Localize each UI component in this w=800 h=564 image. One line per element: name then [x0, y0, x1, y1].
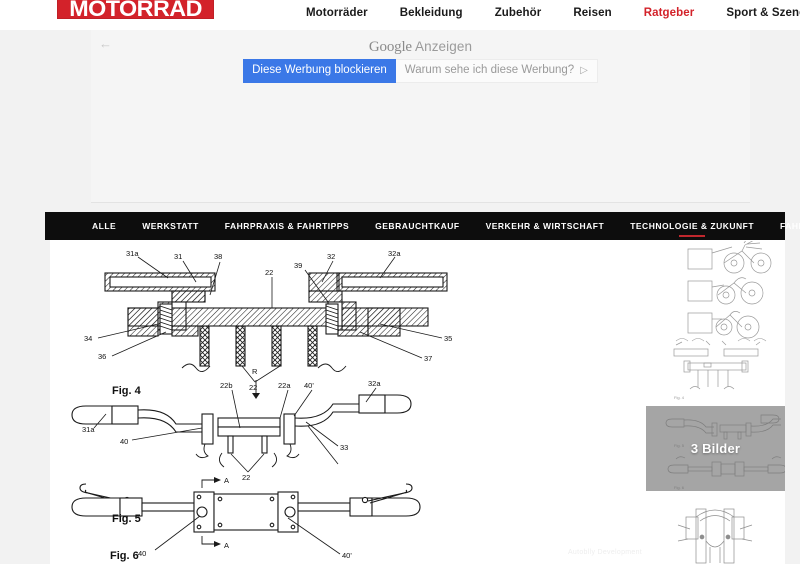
ref-22-fig5: 22	[242, 473, 250, 482]
nav-item-bekleidung[interactable]: Bekleidung	[384, 7, 479, 19]
ref-32a-fig5: 32a	[368, 379, 381, 388]
article-content-area: 31a 31 38 22 32 32a 39 34 36 35 37 22 Fi…	[50, 240, 785, 564]
why-this-ad-button[interactable]: Warum sehe ich diese Werbung? ▷	[395, 59, 598, 83]
svg-text:Fig. 4: Fig. 4	[674, 395, 685, 400]
ad-title: Google Anzeigen	[91, 39, 750, 56]
nav-item-reisen[interactable]: Reisen	[557, 7, 627, 19]
page-root: MOTORRAD Motorräder Bekleidung Zubehör R…	[0, 0, 800, 564]
category-tab-alle[interactable]: ALLE	[79, 212, 129, 240]
play-triangle-icon: ▷	[580, 64, 588, 76]
primary-navigation: Motorräder Bekleidung Zubehör Reisen Rat…	[290, 7, 800, 19]
ref-32: 32	[327, 252, 335, 261]
ref-38: 38	[214, 252, 222, 261]
ref-40prime: 40'	[304, 381, 314, 390]
patent-figures-image[interactable]: 31a 31 38 22 32 32a 39 34 36 35 37 22 Fi…	[50, 240, 646, 564]
ref-37: 37	[424, 354, 432, 363]
nav-item-motorraeder[interactable]: Motorräder	[290, 7, 384, 19]
ref-32a: 32a	[388, 249, 401, 258]
category-navigation-bar: ALLE WERKSTATT FAHRPRAXIS & FAHRTIPPS GE…	[45, 212, 800, 240]
image-gallery-sidebar[interactable]: Fig. 4 Fig. 5	[646, 241, 785, 564]
category-tab-technologie-zukunft[interactable]: TECHNOLOGIE & ZUKUNFT	[617, 212, 767, 240]
ref-33: 33	[340, 443, 348, 452]
figure-4-label: Fig. 4	[112, 385, 142, 397]
gallery-count-overlay[interactable]: 3 Bilder	[646, 406, 785, 491]
ref-40prime-fig6: 40'	[342, 551, 352, 560]
ref-31a-fig5: 31a	[82, 425, 95, 434]
ref-A-top: A	[224, 476, 229, 485]
ref-22a: 22a	[278, 381, 291, 390]
site-logo-text: MOTORRAD	[69, 0, 202, 19]
category-tab-werkstatt[interactable]: WERKSTATT	[129, 212, 212, 240]
figure-6-label: Fig. 6	[110, 550, 139, 562]
ref-31a: 31a	[126, 249, 139, 258]
site-logo[interactable]: MOTORRAD	[57, 0, 214, 19]
ref-22b: 22b	[220, 381, 233, 390]
nav-item-zubehoer[interactable]: Zubehör	[479, 7, 558, 19]
ref-39: 39	[294, 261, 302, 270]
ref-36: 36	[98, 352, 106, 361]
ref-22-fig4: 22	[265, 268, 273, 277]
nav-item-ratgeber[interactable]: Ratgeber	[628, 7, 711, 19]
patent-thumbnail-drawings: Fig. 4 Fig. 5	[646, 241, 785, 564]
nav-item-sport-szene[interactable]: Sport & Szene	[710, 7, 800, 19]
ref-34: 34	[84, 334, 92, 343]
google-brand-label: Google	[368, 39, 412, 55]
ref-22-fig4-bottom: 22	[249, 383, 257, 392]
gallery-count-label: 3 Bilder	[690, 441, 741, 456]
block-ad-button[interactable]: Diese Werbung blockieren	[243, 59, 396, 83]
category-tab-fahrpraxis-fahrtipps[interactable]: FAHRPRAXIS & FAHRTIPPS	[212, 212, 362, 240]
ad-title-suffix: Anzeigen	[414, 39, 473, 54]
ref-40-fig5: 40	[120, 437, 128, 446]
thumbnail-stack: Fig. 4 Fig. 5	[646, 241, 785, 564]
advertisement-slot: ← Google Anzeigen Diese Werbung blockier…	[91, 30, 750, 203]
site-header: MOTORRAD Motorräder Bekleidung Zubehör R…	[0, 0, 800, 30]
ref-31: 31	[174, 252, 182, 261]
ad-button-group: Diese Werbung blockieren Warum sehe ich …	[91, 59, 750, 83]
ref-R: R	[252, 367, 258, 376]
figure-5-label: Fig. 5	[112, 513, 141, 525]
category-tab-fahrschulboegen[interactable]: FAHRSCHULBÖGEN	[767, 212, 800, 240]
category-tab-verkehr-wirtschaft[interactable]: VERKEHR & WIRTSCHAFT	[473, 212, 618, 240]
why-this-ad-label: Warum sehe ich diese Werbung?	[404, 64, 575, 76]
image-watermark: Autoblly Development	[567, 549, 643, 556]
ref-35: 35	[444, 334, 452, 343]
category-tab-gebrauchtkauf[interactable]: GEBRAUCHTKAUF	[362, 212, 472, 240]
